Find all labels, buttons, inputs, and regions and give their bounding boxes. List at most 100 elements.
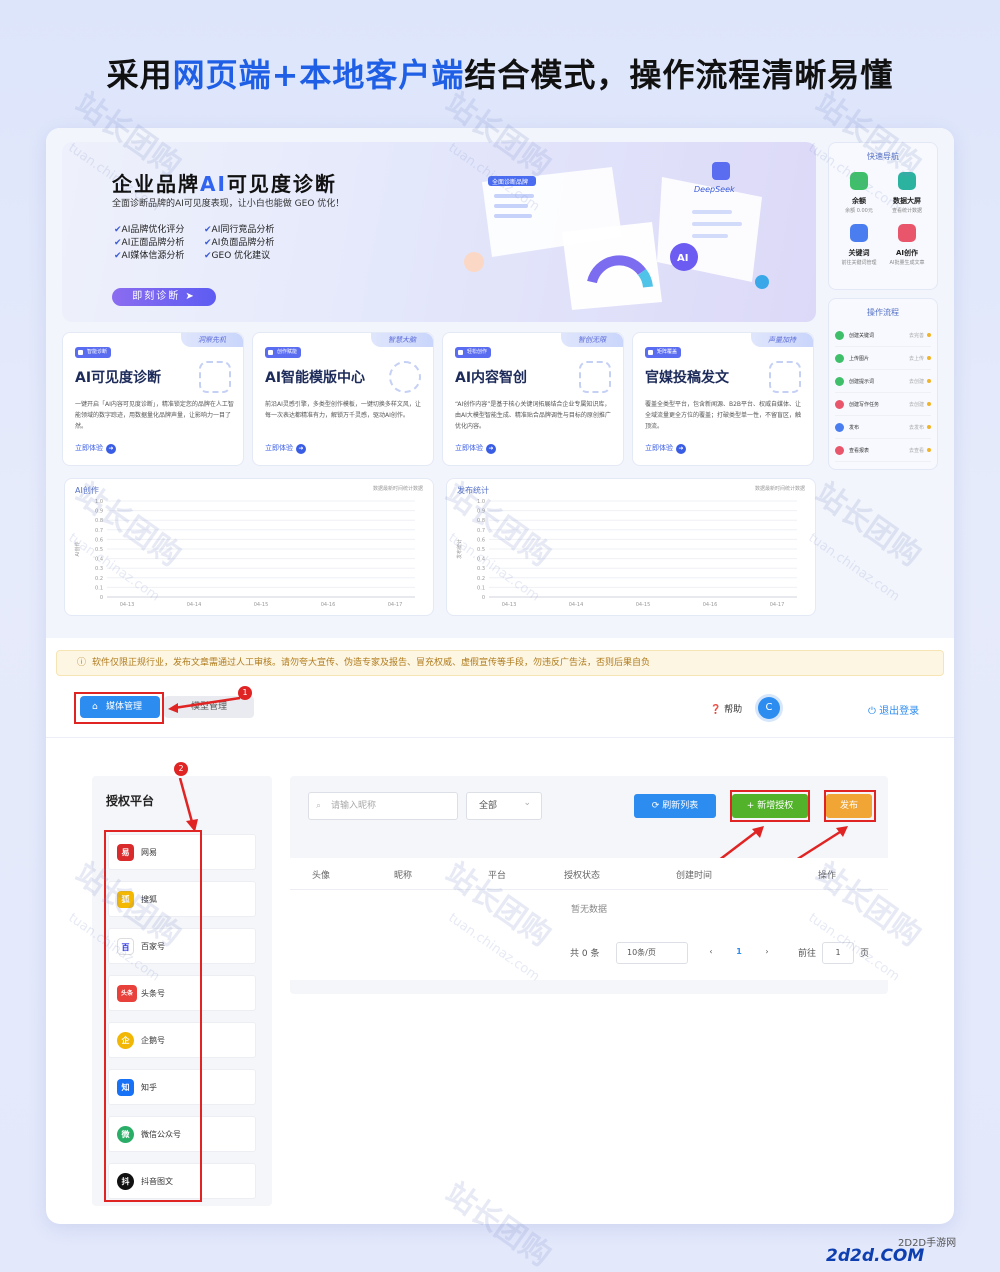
chart-publish: 发布统计 数据最新时间统计数据 1.0 0.9 0.8 0.7 0.6 0.5 0.4 0.3… [446, 478, 816, 616]
lightning-icon [199, 361, 231, 393]
workflow-step[interactable]: 上传图片 去上传 [835, 347, 931, 370]
chart-plot: 1.0 0.9 0.8 0.7 0.6 0.5 0.4 0.3 0.2 0.1 0 AI创作 04-13… [74, 499, 415, 608]
platform-panel-title: 授权平台 [106, 794, 155, 808]
y-tick-label: 0.7 [477, 528, 485, 534]
x-tick-label: 04-17 [770, 602, 785, 608]
y-tick-label: 0.2 [477, 576, 485, 582]
svg-text:AI: AI [677, 253, 688, 264]
hero-feature: AI同行竞品分析 [204, 222, 275, 235]
page-headline: 采用网页端+本地客户端结合模式，操作流程清晰易懂 [106, 56, 894, 94]
try-now-link[interactable]: 立即体验 [455, 443, 496, 454]
page-size-select[interactable]: 10条/页 [616, 942, 688, 964]
workflow-panel: 操作流程 创建关键词 去完善 上传图片 去上传 创建提示词 去创建 创建写作任务 去创建… [828, 298, 938, 470]
nickname-search-input[interactable]: 请输入昵称 [308, 792, 458, 820]
module-card-publish[interactable]: 声量加持 矩阵覆盖 官媒投稿发文 覆盖全类型平台，包含新闻源、B2B平台、权威自… [632, 332, 814, 466]
dashboard-section: 企业品牌AI可见度诊断 全面诊断品牌的AI可见度表现，让小白也能做 GEO 优化… [46, 128, 954, 638]
quick-nav-title: 快速导航 [867, 152, 899, 161]
quick-nav-ai-create[interactable]: AI创作 AI批量生成文章 [883, 218, 931, 270]
module-desc: “AI创作内容”是基于核心关键词拓展结合企业专属知识库，由AI大模型智能生成、精… [455, 401, 611, 430]
svg-text:DeepSeek: DeepSeek [694, 185, 735, 194]
x-tick-label: 04-14 [187, 602, 202, 608]
hero-feature: AI品牌优化评分 [114, 222, 185, 235]
y-tick-label: 0.4 [477, 557, 485, 563]
annotation-arrow [168, 696, 241, 713]
robot-icon [898, 224, 916, 242]
quick-nav-panel: 快速导航 余额 余额 0.00元 数据大屏 查看统计数据 关键词 前往关键词管理 AI… [828, 142, 938, 290]
platform-panel: 授权平台 易网易 狐搜狐 百百家号 头条 头条号 企企鹅号 知知乎 微微信公众号 … [92, 762, 272, 1206]
logout-button[interactable]: ⏻ 退出登录 [868, 702, 919, 717]
y-tick-label: 0.2 [95, 576, 103, 582]
annotation-arrow [178, 778, 198, 832]
quick-nav-dashboard[interactable]: 数据大屏 查看统计数据 [883, 166, 931, 218]
module-desc: 覆盖全类型平台，包含新闻源、B2B平台、权威自媒体、让全域流量更全方位的覆盖；打… [645, 401, 802, 430]
module-title: AI智能模版中心 [265, 370, 366, 386]
diagnose-button[interactable]: 即刻诊断 ➤ [112, 288, 216, 306]
y-tick-label: 0.1 [477, 585, 485, 591]
module-title: 官媒投稿发文 [645, 370, 729, 386]
step-icon [835, 399, 844, 409]
x-tick-label: 04-17 [388, 602, 403, 608]
empty-state: 暂无数据 [290, 890, 888, 930]
step-icon [835, 330, 844, 340]
workflow-step[interactable]: 创建关键词 去完善 [835, 324, 931, 347]
total-count: 共 0 条 [570, 949, 600, 959]
hero-feature: AI负面品牌分析 [204, 235, 275, 248]
workflow-step[interactable]: 发布 去发布 [835, 416, 931, 439]
y-tick-label: 0.5 [477, 547, 485, 553]
y-tick-label: 1.0 [477, 499, 485, 505]
step-icon [835, 376, 844, 386]
y-tick-label: 0.6 [477, 537, 485, 543]
y-tick-label: 0 [100, 595, 103, 601]
prev-page-button[interactable]: ‹ [700, 942, 722, 964]
y-tick-label: 0.8 [477, 518, 485, 524]
try-now-link[interactable]: 立即体验 [265, 443, 306, 454]
hero-illustration: 全面诊断品牌 DeepSeek AI [464, 162, 769, 310]
y-tick-label: 0 [482, 595, 485, 601]
workflow-title: 操作流程 [867, 308, 899, 317]
pagination: 共 0 条 10条/页 ‹ 1 › 前往 1 页 [290, 930, 888, 980]
y-tick-label: 0.3 [477, 566, 485, 572]
y-tick-label: 0.1 [95, 585, 103, 591]
compliance-notice: 软件仅限正规行业，发布文章需通过人工审核。请勿夸大宣传、伪造专家及报告、冒充权威… [56, 650, 944, 676]
y-tick-label: 0.9 [95, 509, 103, 515]
broadcast-icon [769, 361, 801, 393]
refresh-list-button[interactable]: ⟳ 刷新列表 [634, 794, 716, 818]
next-page-button[interactable]: › [756, 942, 778, 964]
module-card-visibility[interactable]: 洞察先机 智能诊断 AI可见度诊断 一键开启「AI内容可见度诊断」，精准锁定您的… [62, 332, 244, 466]
workflow-step[interactable]: 查看报表 去查看 [835, 439, 931, 462]
hero-feature: AI媒体信源分析 [114, 248, 185, 261]
workflow-step[interactable]: 创建写作任务 去创建 [835, 393, 931, 416]
x-tick-label: 04-15 [636, 602, 651, 608]
y-tick-label: 0.9 [477, 509, 485, 515]
y-tick-label: 0.4 [95, 557, 103, 563]
try-now-link[interactable]: 立即体验 [75, 443, 116, 454]
y-tick-label: 0.5 [95, 547, 103, 553]
help-button[interactable]: ❓ 帮助 [710, 702, 742, 715]
step-icon [835, 445, 844, 455]
x-tick-label: 04-16 [703, 602, 718, 608]
step-badge: 1 [238, 686, 252, 700]
goto-page-input[interactable]: 1 [822, 942, 854, 964]
hero-feature: AI正面品牌分析 [114, 235, 185, 248]
hero-subtitle: 全面诊断品牌的AI可见度表现，让小白也能做 GEO 优化！ [112, 199, 345, 209]
page-number[interactable]: 1 [728, 942, 750, 964]
site-logo: 2D2D手游网 2d2d.COM [826, 1238, 957, 1266]
ai-chip-icon [389, 361, 421, 393]
try-now-link[interactable]: 立即体验 [645, 443, 686, 454]
module-card-content[interactable]: 智创无限 轻松创作 AI内容智创 “AI创作内容”是基于核心关键词拓展结合企业专… [442, 332, 624, 466]
page-unit: 页 [860, 949, 870, 959]
screen-icon [898, 172, 916, 190]
y-tick-label: 0.6 [95, 537, 103, 543]
avatar[interactable]: C [758, 697, 780, 719]
module-desc: 前沿AI灵感引擎，多类型创作模板，一键切换多样文风，让每一次表达都精准有力，解锁… [265, 401, 421, 419]
module-card-template[interactable]: 智慧大脑 创作赋能 AI智能模版中心 前沿AI灵感引擎，多类型创作模板，一键切换… [252, 332, 434, 466]
workflow-step[interactable]: 创建提示词 去创建 [835, 370, 931, 393]
quick-nav-balance[interactable]: 余额 余额 0.00元 [835, 166, 883, 218]
platform-filter-select[interactable]: 全部 [466, 790, 542, 820]
step-icon [835, 422, 844, 432]
step-icon [835, 353, 844, 363]
authorization-main: 请输入昵称 全部 ⟳ 刷新列表 + 新增授权 发布 3 4 头像 昵称 平台 授… [290, 776, 888, 994]
x-tick-label: 04-14 [569, 602, 584, 608]
quick-nav-keywords[interactable]: 关键词 前往关键词管理 [835, 218, 883, 270]
y-axis-label: 发布统计 [456, 539, 463, 559]
